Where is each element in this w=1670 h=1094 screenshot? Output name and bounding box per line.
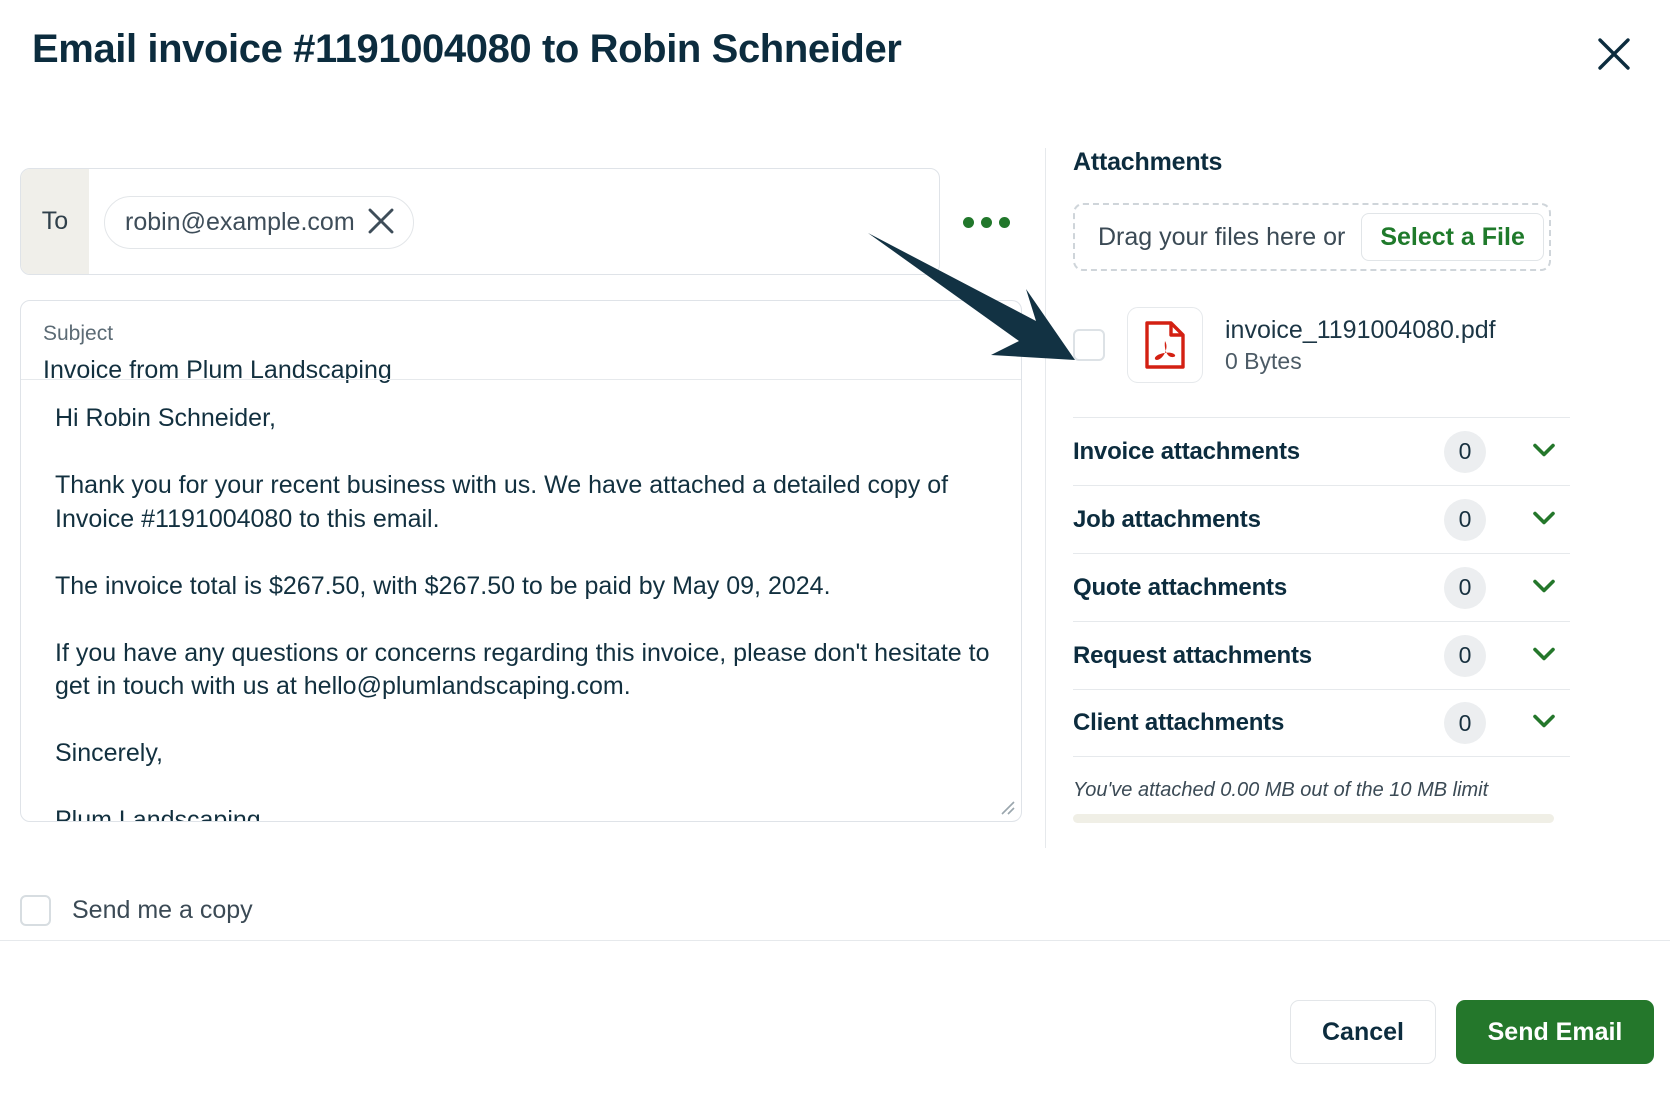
to-label-cell: To (21, 169, 89, 274)
attachment-group-client[interactable]: Client attachments 0 (1073, 689, 1570, 757)
attachment-groups-list: Invoice attachments 0 Job attachments 0 … (1073, 417, 1570, 757)
textarea-resize-handle[interactable] (996, 796, 1016, 816)
ellipsis-icon (980, 216, 992, 228)
select-a-file-button[interactable]: Select a File (1361, 213, 1544, 261)
to-label: To (41, 207, 69, 235)
attached-file-size: 0 Bytes (1225, 347, 1302, 374)
send-me-a-copy-row[interactable]: Send me a copy (20, 895, 253, 926)
dropzone-label: Drag your files here or (1098, 222, 1346, 251)
attached-file-row[interactable]: invoice_1191004080.pdf 0 Bytes (1073, 307, 1653, 383)
attached-file-checkbox[interactable] (1073, 329, 1105, 361)
compose-panel: To robin@example.com (20, 168, 1040, 275)
more-options-button[interactable] (955, 196, 1017, 248)
chevron-down-icon[interactable] (1528, 501, 1560, 538)
attached-file-meta: invoice_1191004080.pdf 0 Bytes (1225, 316, 1496, 375)
footer-divider (0, 940, 1670, 941)
attachments-heading: Attachments (1073, 148, 1223, 176)
attachment-group-quote[interactable]: Quote attachments 0 (1073, 553, 1570, 621)
recipient-chip[interactable]: robin@example.com (104, 196, 414, 249)
pdf-file-icon (1127, 307, 1203, 383)
attachments-panel: Attachments Drag your files here or Sele… (1073, 148, 1653, 823)
attachment-group-count: 0 (1444, 634, 1486, 677)
attachment-group-job[interactable]: Job attachments 0 (1073, 485, 1570, 553)
attached-file-name: invoice_1191004080.pdf (1225, 315, 1496, 344)
attachment-group-count: 0 (1444, 430, 1486, 473)
attachment-group-invoice[interactable]: Invoice attachments 0 (1073, 417, 1570, 485)
attachment-group-count: 0 (1444, 702, 1486, 744)
chevron-down-icon[interactable] (1528, 433, 1560, 470)
close-icon (1597, 37, 1631, 71)
attachment-group-label: Client attachments (1073, 709, 1285, 736)
chevron-down-icon[interactable] (1528, 569, 1560, 606)
close-icon (367, 207, 395, 238)
subject-and-body-card: Subject Invoice from Plum Landscaping Hi… (20, 300, 1022, 822)
attachment-group-label: Invoice attachments (1073, 437, 1300, 465)
column-divider (1045, 148, 1046, 848)
ellipsis-icon (998, 216, 1010, 228)
send-me-a-copy-label: Send me a copy (72, 896, 253, 924)
cancel-button[interactable]: Cancel (1290, 1000, 1436, 1064)
attachment-limit-progress (1073, 814, 1554, 823)
close-dialog-button[interactable] (1588, 28, 1640, 80)
subject-label: Subject (43, 322, 114, 345)
attachment-limit-note: You've attached 0.00 MB out of the 10 MB… (1073, 779, 1489, 801)
send-email-button[interactable]: Send Email (1456, 1000, 1654, 1064)
attachment-group-label: Quote attachments (1073, 573, 1287, 601)
chevron-down-icon[interactable] (1528, 705, 1560, 742)
email-body-textarea[interactable]: Hi Robin Schneider, Thank you for your r… (21, 380, 1021, 821)
recipient-field[interactable]: To robin@example.com (20, 168, 940, 275)
attachment-group-label: Job attachments (1073, 505, 1261, 533)
chevron-down-icon[interactable] (1528, 637, 1560, 674)
ellipsis-icon (962, 216, 974, 228)
email-invoice-dialog: Email invoice #1191004080 to Robin Schne… (0, 0, 1670, 1094)
send-me-a-copy-checkbox[interactable] (20, 895, 51, 926)
attachment-group-request[interactable]: Request attachments 0 (1073, 621, 1570, 689)
remove-recipient-button[interactable] (367, 207, 395, 238)
attachment-group-count: 0 (1444, 566, 1486, 609)
file-dropzone[interactable]: Drag your files here or Select a File (1073, 203, 1551, 271)
attachment-group-label: Request attachments (1073, 641, 1312, 669)
attachment-group-count: 0 (1444, 498, 1486, 541)
recipient-email: robin@example.com (125, 208, 355, 236)
page-title: Email invoice #1191004080 to Robin Schne… (32, 27, 902, 71)
dialog-header: Email invoice #1191004080 to Robin Schne… (0, 0, 1670, 118)
